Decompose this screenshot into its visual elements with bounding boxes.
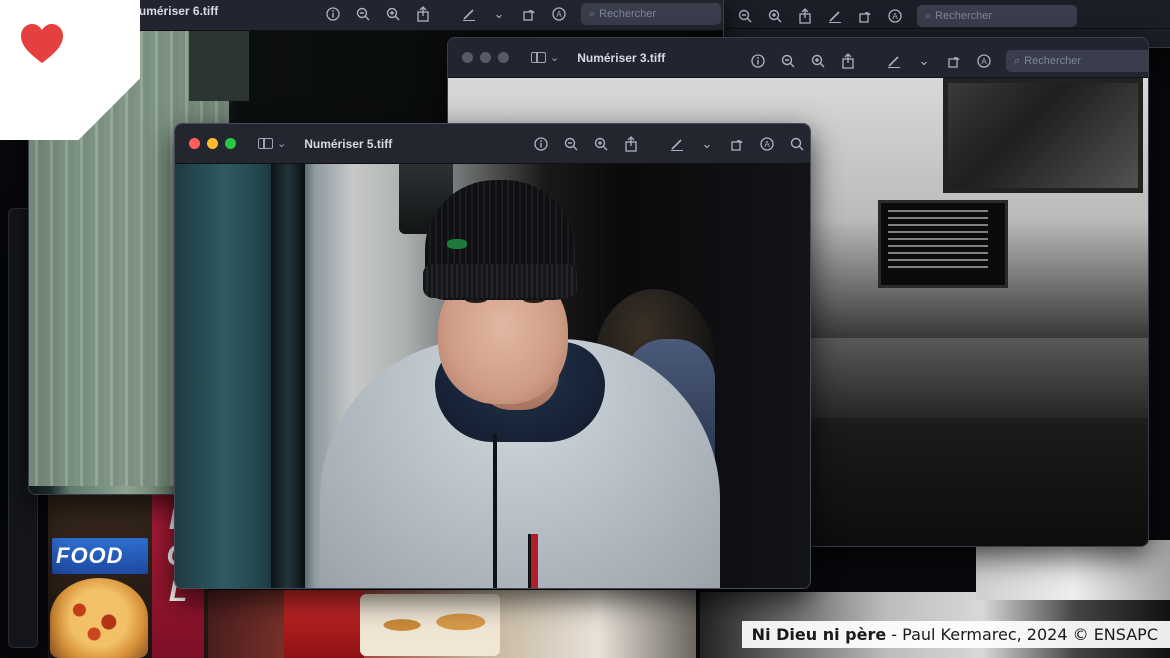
annotate-icon[interactable]: A — [976, 53, 992, 69]
search-icon[interactable] — [789, 136, 805, 152]
food-sign-label: FOOD — [56, 543, 124, 568]
markup-icon[interactable] — [827, 8, 843, 24]
favorite-corner[interactable] — [0, 0, 140, 140]
close-button[interactable] — [189, 138, 200, 149]
traffic-lights — [189, 138, 236, 149]
chevron-down-icon[interactable]: ⌄ — [699, 136, 715, 152]
window-5-zipper — [493, 434, 497, 588]
window-back-top-search[interactable]: ⌕ Rechercher — [917, 5, 1077, 27]
caption-title: Ni Dieu ni père — [751, 625, 887, 644]
info-icon[interactable] — [325, 6, 341, 22]
close-button[interactable] — [462, 52, 473, 63]
caption-credit: - Paul Kermarec, 2024 © ENSAPC — [886, 625, 1158, 644]
burger-poster — [360, 594, 500, 656]
window-3-title: Numériser 3.tiff — [577, 50, 666, 65]
traffic-lights — [462, 52, 509, 63]
window-3-monitor-text — [888, 210, 988, 270]
caption: Ni Dieu ni père - Paul Kermarec, 2024 © … — [741, 621, 1170, 648]
rotate-icon[interactable] — [946, 53, 962, 69]
markup-icon[interactable] — [886, 53, 902, 69]
window-6-sign — [189, 31, 249, 101]
svg-text:A: A — [892, 12, 898, 21]
window-5-beanie-logo — [447, 239, 467, 249]
window-5-toolbar: ⌄ Numériser 5.tiff ⌄ A — [175, 124, 810, 164]
zoom-in-icon[interactable] — [593, 136, 609, 152]
window-5-beanie-band — [423, 264, 577, 298]
window-6-search[interactable]: ⌕ Rechercher — [581, 3, 721, 25]
annotate-icon[interactable]: A — [887, 8, 903, 24]
zoom-in-icon[interactable] — [385, 6, 401, 22]
chevron-down-icon[interactable]: ⌄ — [916, 53, 932, 69]
share-icon[interactable] — [797, 8, 813, 24]
markup-icon[interactable] — [669, 136, 685, 152]
rotate-icon[interactable] — [521, 6, 537, 22]
info-icon[interactable] — [750, 53, 766, 69]
search-icon: ⌕ — [589, 7, 596, 20]
search-placeholder: Rechercher — [599, 8, 657, 20]
window-6-title: Numériser 6.tiff — [130, 3, 219, 18]
pizza-image — [50, 578, 148, 658]
window-3-toolbar: ⌄ Numériser 3.tiff ⌄ A ⌕ Rechercher — [448, 38, 1148, 78]
zoom-in-icon[interactable] — [810, 53, 826, 69]
sidebar-toggle-icon[interactable]: ⌄ — [258, 137, 286, 150]
rotate-icon[interactable] — [729, 136, 745, 152]
window-5-door — [271, 164, 305, 588]
annotate-icon[interactable]: A — [759, 136, 775, 152]
window-3-poster — [943, 78, 1143, 193]
share-icon[interactable] — [623, 136, 639, 152]
annotate-icon[interactable]: A — [551, 6, 567, 22]
info-icon[interactable] — [533, 136, 549, 152]
window-3-search[interactable]: ⌕ Rechercher — [1006, 50, 1148, 72]
window-3-desk — [808, 338, 1148, 418]
desktop: FOOD F O L — [0, 0, 1170, 658]
zoom-out-icon[interactable] — [355, 6, 371, 22]
zoom-out-icon[interactable] — [780, 53, 796, 69]
chevron-down-icon[interactable]: ⌄ — [491, 6, 507, 22]
zoom-button[interactable] — [225, 138, 236, 149]
red-shirt-figure — [284, 590, 364, 658]
window-5-title: Numériser 5.tiff — [304, 136, 393, 151]
background-photo-strip — [976, 540, 1170, 600]
svg-text:A: A — [764, 140, 770, 149]
svg-text:A: A — [556, 10, 562, 19]
window-back-top-toolbar: A ⌕ Rechercher — [723, 1, 1170, 29]
rotate-icon[interactable] — [857, 8, 873, 24]
search-icon: ⌕ — [925, 9, 932, 22]
search-placeholder: Rechercher — [935, 10, 993, 22]
markup-icon[interactable] — [461, 6, 477, 22]
share-icon[interactable] — [415, 6, 431, 22]
minimize-button[interactable] — [480, 52, 491, 63]
search-placeholder: Rechercher — [1024, 55, 1082, 67]
window-5-red-zip — [528, 534, 538, 588]
heart-icon[interactable] — [18, 20, 66, 68]
window-numeriser-5[interactable]: ⌄ Numériser 5.tiff ⌄ A — [174, 123, 811, 589]
zoom-out-icon[interactable] — [737, 8, 753, 24]
zoom-button[interactable] — [498, 52, 509, 63]
zoom-in-icon[interactable] — [767, 8, 783, 24]
zoom-out-icon[interactable] — [563, 136, 579, 152]
minimize-button[interactable] — [207, 138, 218, 149]
sidebar-toggle-icon[interactable]: ⌄ — [531, 51, 559, 64]
search-icon: ⌕ — [1014, 54, 1021, 67]
svg-text:A: A — [981, 57, 987, 66]
share-icon[interactable] — [840, 53, 856, 69]
